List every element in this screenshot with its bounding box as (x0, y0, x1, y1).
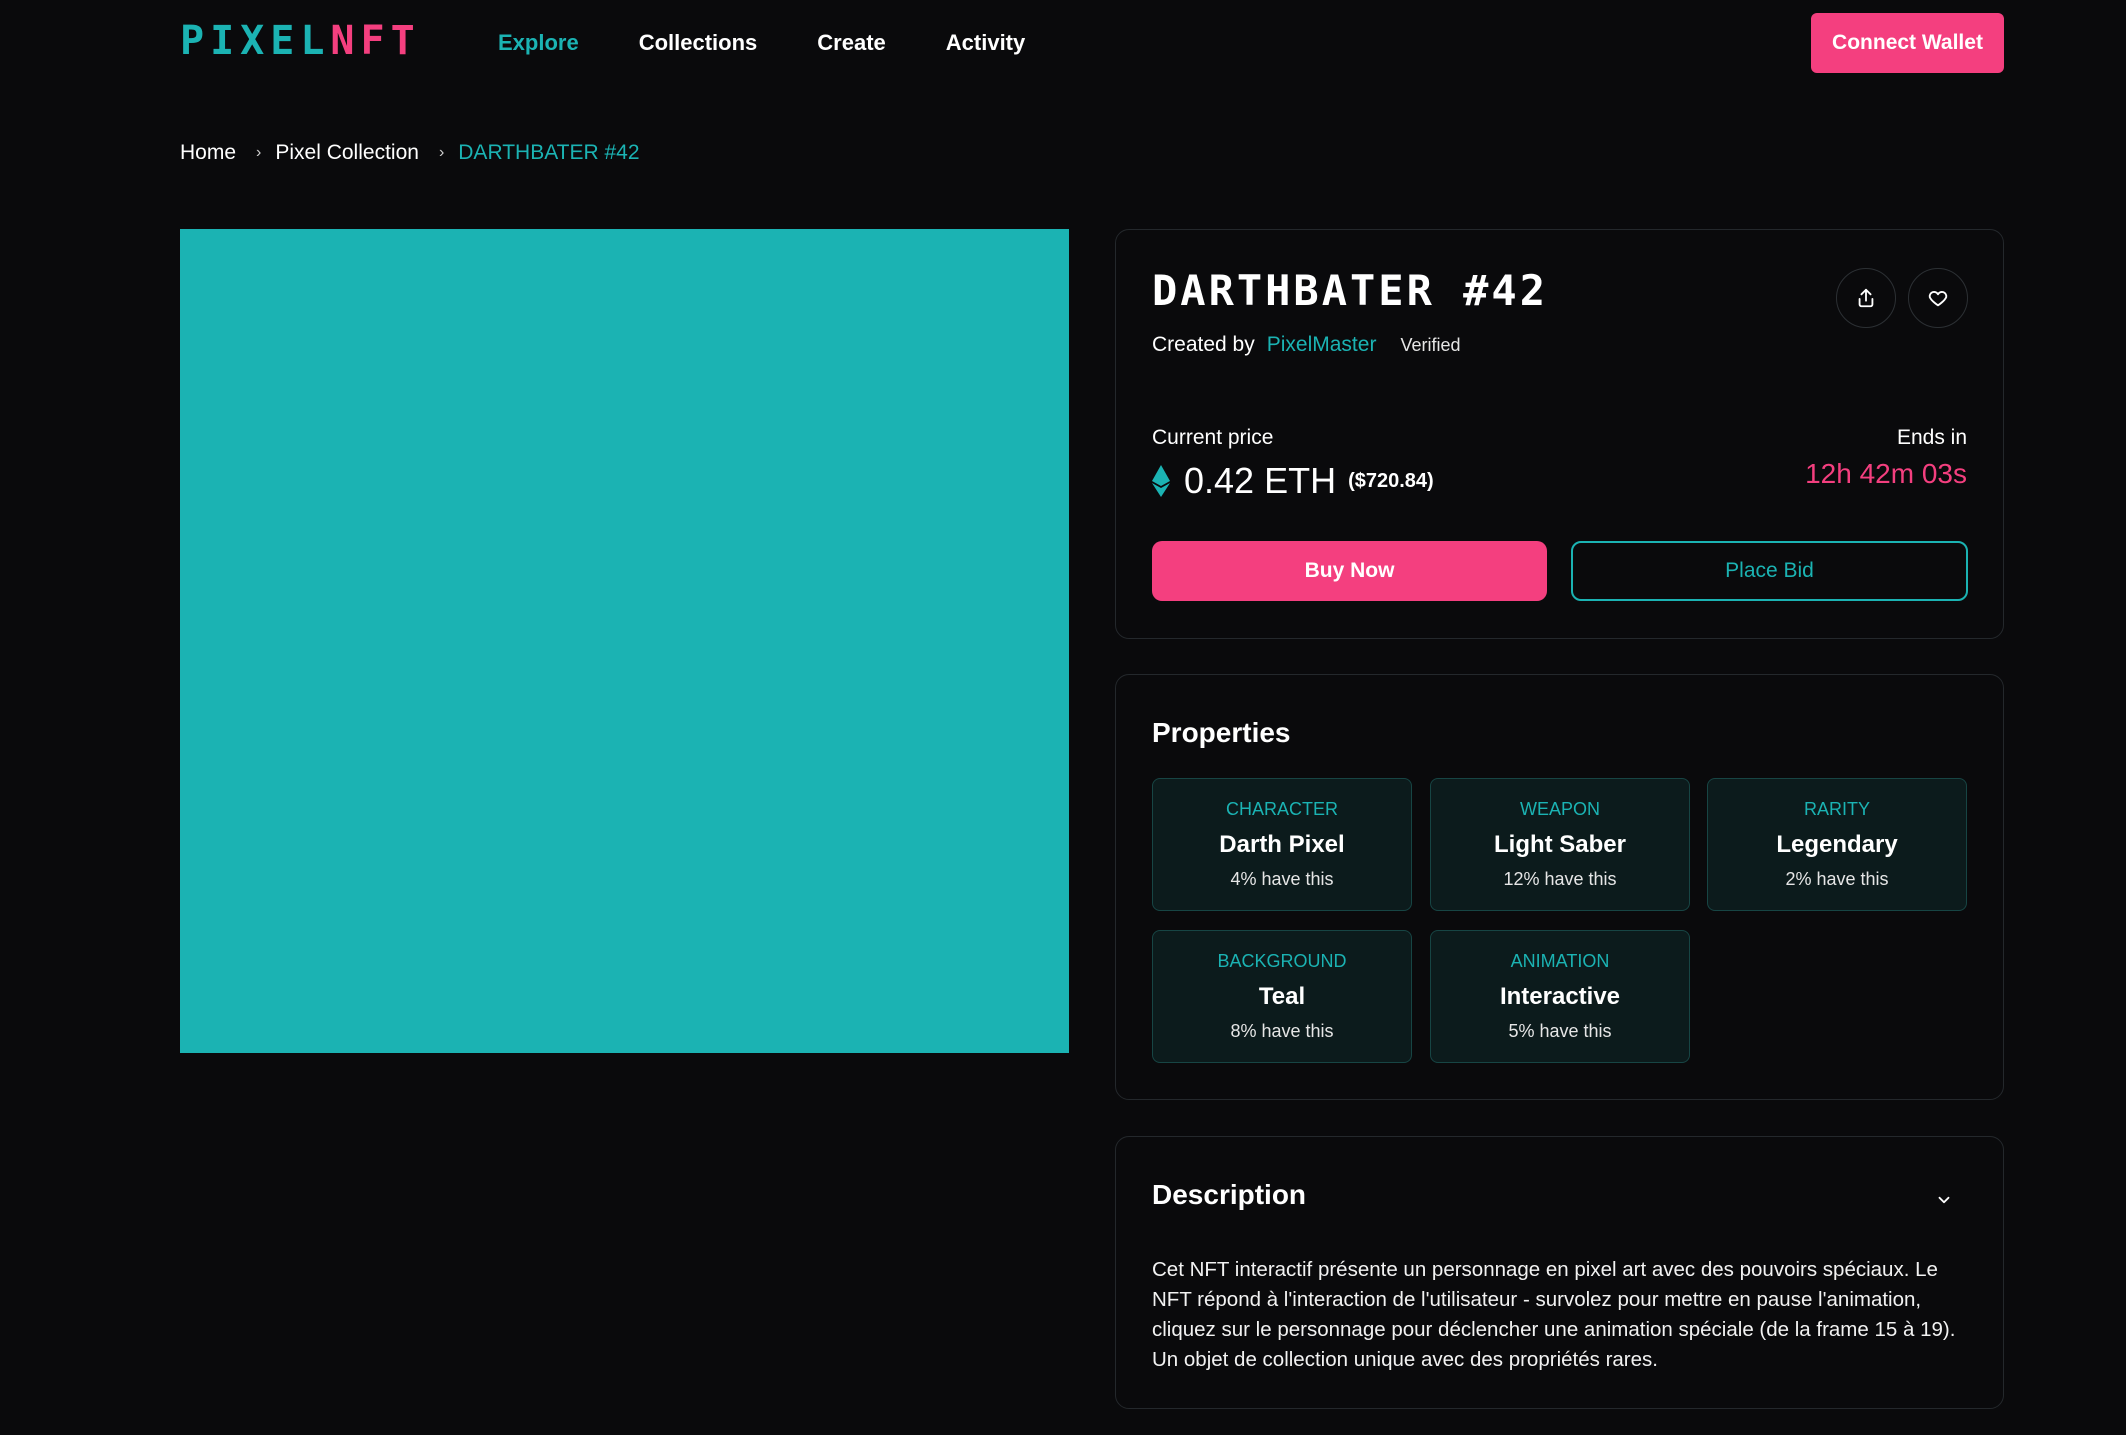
price-usd: ($720.84) (1348, 469, 1434, 492)
property-frequency: 4% have this (1230, 869, 1334, 889)
property-type: BACKGROUND (1217, 951, 1347, 971)
heart-icon (1928, 291, 1948, 307)
favorite-button[interactable] (1908, 268, 1968, 328)
logo-pixel-text: PIXEL (180, 18, 331, 64)
property-type: ANIMATION (1510, 951, 1610, 971)
property-value: Interactive (1499, 983, 1621, 1010)
creator-line: Created by PixelMaster Verified (1152, 333, 1460, 357)
property-frequency: 5% have this (1508, 1021, 1612, 1041)
property-tile: ANIMATION Interactive 5% have this (1430, 930, 1690, 1063)
verified-badge: Verified (1400, 335, 1461, 355)
description-text: Cet NFT interactif présente un personnag… (1152, 1258, 1956, 1371)
property-type: CHARACTER (1225, 799, 1338, 819)
property-type: WEAPON (1519, 799, 1600, 819)
chevron-right-icon: › (438, 144, 445, 161)
breadcrumb: Home › Pixel Collection › DARTHBATER #42 (180, 141, 640, 165)
created-by-label: Created by (1152, 333, 1255, 356)
properties-card: Properties CHARACTER Darth Pixel 4% have… (1115, 674, 2004, 1100)
price-row: 0.42 ETH ($720.84) (1152, 460, 1434, 502)
breadcrumb-home[interactable]: Home (180, 141, 236, 165)
price-amount: 0.42 ETH (1184, 460, 1337, 501)
logo[interactable]: PIXELNFT (180, 18, 421, 64)
connect-wallet-button[interactable]: Connect Wallet (1811, 13, 2004, 73)
nft-info-card: DARTHBATER #42 Created by PixelMaster Ve… (1115, 229, 2004, 639)
ethereum-icon (1152, 465, 1170, 497)
description-title: Description (1152, 1179, 1307, 1210)
property-frequency: 2% have this (1785, 869, 1889, 889)
property-tile: WEAPON Light Saber 12% have this (1430, 778, 1690, 911)
property-tile: RARITY Legendary 2% have this (1707, 778, 1967, 911)
property-value: Teal (1258, 983, 1306, 1010)
nav-create[interactable]: Create (817, 30, 885, 56)
buy-now-button[interactable]: Buy Now (1152, 541, 1547, 601)
current-price-label: Current price (1152, 426, 1274, 449)
auction-countdown: 12h 42m 03s (1805, 458, 1967, 489)
breadcrumb-current: DARTHBATER #42 (458, 141, 640, 164)
properties-title: Properties (1152, 717, 1291, 748)
property-frequency: 12% have this (1503, 869, 1617, 889)
property-tile: CHARACTER Darth Pixel 4% have this (1152, 778, 1412, 911)
creator-link[interactable]: PixelMaster (1267, 333, 1377, 357)
ends-in-label: Ends in (1896, 426, 1967, 449)
property-frequency: 8% have this (1230, 1021, 1334, 1041)
chevron-right-icon: › (256, 144, 262, 161)
nav-explore[interactable]: Explore (498, 30, 579, 56)
chevron-down-icon (1938, 1196, 1950, 1204)
nft-title: DARTHBATER #42 (1152, 266, 1549, 315)
share-button[interactable] (1836, 268, 1896, 328)
nav-activity[interactable]: Activity (946, 30, 1025, 56)
property-tile: BACKGROUND Teal 8% have this (1152, 930, 1412, 1063)
property-value: Legendary (1776, 831, 1898, 858)
nft-artwork[interactable] (180, 229, 1069, 1053)
description-card: Description Cet NFT interactif présente … (1115, 1136, 2004, 1409)
property-type: RARITY (1803, 799, 1870, 819)
property-value: Darth Pixel (1219, 831, 1345, 858)
description-toggle[interactable] (1935, 1191, 1953, 1214)
top-header: PIXELNFT Explore Collections Create Acti… (0, 0, 2126, 90)
logo-nft-text: NFT (330, 18, 421, 64)
place-bid-button[interactable]: Place Bid (1571, 541, 1968, 601)
property-value: Light Saber (1493, 831, 1626, 858)
breadcrumb-collection[interactable]: Pixel Collection (275, 141, 419, 165)
main-nav: Explore Collections Create Activity (498, 30, 1085, 56)
share-icon (1858, 288, 1874, 308)
nav-collections[interactable]: Collections (639, 30, 758, 56)
